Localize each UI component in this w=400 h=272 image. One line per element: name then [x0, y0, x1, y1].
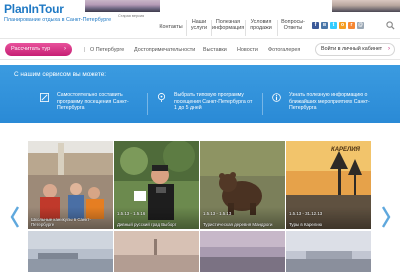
tour-title: Дивный русский град Выборг: [117, 221, 177, 227]
route-icon: [157, 93, 166, 102]
tour-dates: 1.5.13 - 1.5.13: [203, 211, 232, 216]
karelia-badge: КАРЕЛИЯ: [331, 147, 360, 153]
calculate-tour-button[interactable]: Рассчитать тур ›: [5, 43, 72, 56]
tour-card[interactable]: 1.5.13 - 1.5.16 Дивный русский град Выбо…: [114, 141, 199, 229]
site-header: PlanInTour Планирование отдыха в Санкт-П…: [0, 0, 400, 38]
features-heading: С нашим сервисом вы можете:: [14, 71, 107, 78]
menu-services[interactable]: Наши услуги: [188, 19, 210, 37]
feature-useful-info: Узнать полезную информацию о ближайших м…: [272, 88, 387, 118]
feature-custom-program: Самостоятельно составить программу посещ…: [40, 88, 150, 118]
nav-divider: [84, 47, 89, 52]
site-tagline: Планирование отдыха в Санкт-Петербурге: [4, 17, 112, 23]
menu-faq[interactable]: Вопросы-Ответы: [278, 19, 308, 37]
site-logo[interactable]: PlanInTour: [4, 2, 64, 16]
chevron-right-icon: ›: [388, 46, 390, 52]
tour-photo: [114, 231, 199, 272]
nav-exhibitions[interactable]: Выставки: [203, 47, 227, 53]
twitter-icon[interactable]: t: [330, 22, 337, 29]
old-version-link[interactable]: Старая версия: [118, 14, 144, 18]
header-photo-strip-right: [332, 0, 400, 12]
odnoklassniki-icon[interactable]: о: [339, 22, 346, 29]
nav-photo-gallery[interactable]: Фотогалерея: [268, 47, 300, 53]
gallery-next-arrow-icon[interactable]: [380, 205, 392, 229]
info-icon: [272, 93, 281, 102]
search-icon[interactable]: [386, 21, 395, 30]
tour-card[interactable]: [114, 231, 199, 272]
feature-divider: [147, 93, 148, 115]
menu-terms[interactable]: Условия продажи: [246, 19, 276, 37]
tour-title: Туристическая деревня Мандроги: [203, 221, 273, 227]
chevron-right-icon: ›: [64, 46, 66, 52]
email-icon[interactable]: @: [357, 22, 364, 29]
tour-photo: [200, 231, 285, 272]
gallery-prev-arrow-icon[interactable]: [9, 205, 21, 229]
tour-photo: [28, 231, 113, 272]
feature-text: Самостоятельно составить программу посещ…: [57, 92, 129, 111]
edit-icon: [40, 93, 49, 102]
tour-title: Туры в Карелию: [289, 221, 322, 227]
tour-title: Школьные каникулы в Санкт-Петербурге: [31, 216, 91, 227]
vk-icon[interactable]: в: [321, 22, 328, 29]
tour-card[interactable]: [286, 231, 371, 272]
tour-card[interactable]: 1.5.13 - 1.5.13 Туристическая деревня Ма…: [200, 141, 285, 229]
main-navigation: Рассчитать тур › О Петербурге Достоприме…: [0, 38, 400, 60]
feature-text: Выбрать типовую программу посещения Санк…: [174, 92, 253, 111]
calculate-tour-label: Рассчитать тур: [11, 46, 51, 52]
login-cabinet-button[interactable]: Войти в личный кабинет ›: [315, 43, 395, 56]
menu-divider: [186, 20, 187, 36]
feature-typical-program: Выбрать типовую программу посещения Санк…: [157, 88, 272, 118]
header-photo-strip: [85, 0, 160, 12]
tour-dates: 1.5.13 - 1.5.16: [117, 211, 146, 216]
nav-about-spb[interactable]: О Петербурге: [90, 47, 124, 53]
menu-useful-info[interactable]: Полезная информация: [212, 19, 244, 37]
tour-card[interactable]: КАРЕЛИЯ 1.5.13 - 31.12.13 Туры в Карелию: [286, 141, 371, 229]
features-band: С нашим сервисом вы можете: Самостоятель…: [0, 65, 400, 123]
tours-gallery: Школьные каникулы в Санкт-Петербурге 1.5…: [28, 141, 372, 272]
tour-card[interactable]: [28, 231, 113, 272]
tour-photo: [286, 231, 371, 272]
feature-divider: [262, 93, 263, 115]
tour-dates: 1.5.13 - 31.12.13: [289, 211, 323, 216]
facebook-icon[interactable]: f: [312, 22, 319, 29]
tour-card[interactable]: [200, 231, 285, 272]
feature-text: Узнать полезную информацию о ближайших м…: [289, 92, 370, 111]
nav-attractions[interactable]: Достопримечательности: [134, 47, 195, 53]
social-links: f в t о r @: [312, 22, 364, 29]
login-cabinet-label: Войти в личный кабинет: [321, 46, 383, 52]
nav-news[interactable]: Новости: [237, 47, 258, 53]
tour-card[interactable]: Школьные каникулы в Санкт-Петербурге: [28, 141, 113, 229]
rss-icon[interactable]: r: [348, 22, 355, 29]
